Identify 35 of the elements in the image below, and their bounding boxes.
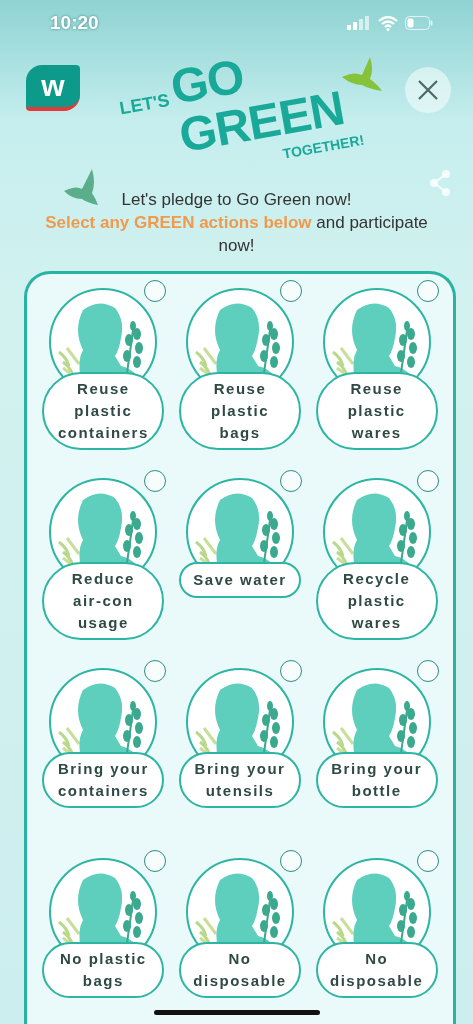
battery-icon (405, 16, 433, 31)
status-time: 10:20 (50, 12, 99, 35)
wifi-icon (378, 15, 398, 31)
select-checkbox[interactable] (417, 660, 439, 682)
signal-icon (347, 16, 371, 31)
select-checkbox[interactable] (280, 660, 303, 682)
action-label: Reuse plastic containers (42, 372, 165, 450)
title-text: LET'S (118, 89, 172, 120)
brand-logo: w (26, 64, 80, 111)
select-checkbox[interactable] (417, 280, 439, 302)
select-checkbox[interactable] (280, 470, 303, 492)
action-label: Reduce air-con usage (42, 562, 165, 640)
select-checkbox[interactable] (143, 660, 166, 682)
share-icon (429, 170, 451, 196)
select-checkbox[interactable] (417, 470, 439, 492)
select-checkbox[interactable] (280, 280, 303, 302)
action-label: No disposable (179, 942, 301, 998)
select-checkbox[interactable] (143, 280, 166, 302)
close-button[interactable] (405, 66, 451, 113)
select-checkbox[interactable] (417, 850, 439, 872)
close-icon (417, 78, 439, 101)
action-label: Reuse plastic wares (315, 372, 438, 450)
action-label: Save water (179, 562, 301, 598)
intro-text: Let's pledge to Go Green now! (121, 190, 352, 209)
action-label: Bring your bottle (315, 752, 438, 808)
instruction-text: Select any GREEN actions below and participate now! (45, 213, 428, 255)
action-label: Bring your containers (42, 752, 165, 808)
select-checkbox[interactable] (143, 470, 166, 492)
action-label: No disposable (315, 942, 438, 998)
action-label: Recycle plastic wares (315, 562, 438, 640)
select-checkbox[interactable] (280, 850, 303, 872)
select-checkbox[interactable] (143, 850, 166, 872)
action-label: No plastic bags (42, 942, 165, 998)
action-label: Bring your utensils (179, 752, 301, 808)
action-label: Reuse plastic bags (179, 372, 301, 450)
